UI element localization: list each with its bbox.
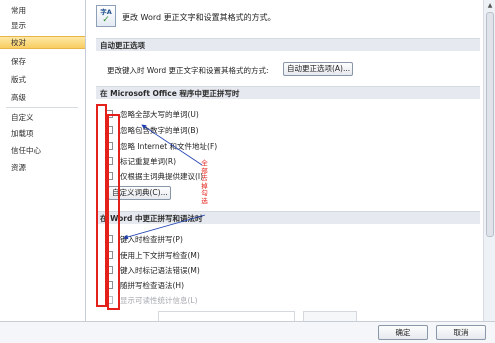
autocorrect-options-button[interactable]: 自动更正选项(A)... (283, 62, 353, 76)
sidebar-item-customize[interactable]: 自定义 (0, 111, 85, 124)
annotation-highlight-box (96, 104, 107, 307)
checkbox-label: 忽略包含数字的单词(B) (120, 126, 199, 135)
annotation-text: 全部去掉勾选 (201, 159, 208, 205)
section-autocorrect: 自动更正选项 (96, 38, 480, 51)
panel-description: 更改 Word 更正文字和设置其格式的方式。 (122, 13, 276, 22)
vertical-scrollbar[interactable]: ▲ (483, 0, 495, 321)
checkbox-label: 使用上下文拼写检查(M) (120, 251, 200, 260)
annotation-highlight-box (107, 114, 120, 310)
sidebar-item-advanced[interactable]: 高级 (0, 91, 85, 104)
sidebar-item-display[interactable]: 显示 (0, 19, 85, 32)
checkbox-label: 忽略全部大写的单词(U) (120, 110, 199, 119)
scroll-up-icon[interactable]: ▲ (486, 2, 494, 10)
section-word-spelling: 在 Word 中更正拼写和语法时 (96, 211, 480, 224)
checkbox-label: 键入时检查拼写(P) (120, 235, 183, 244)
checkbox-label: 标记重复单词(R) (120, 157, 177, 166)
autocorrect-description: 更改键入时 Word 更正文字和设置其格式的方式: (107, 66, 269, 75)
checkbox-label: 随拼写检查语法(H) (120, 281, 184, 290)
proofing-panel: 字A ✓ 更改 Word 更正文字和设置其格式的方式。 自动更正选项 更改键入时… (87, 0, 483, 321)
checkbox-label: 仅根据主词典提供建议(I) (120, 172, 204, 181)
sidebar-divider (6, 107, 78, 108)
sidebar-item-proofing[interactable]: 校对 (0, 36, 85, 49)
scroll-thumb[interactable] (486, 12, 494, 237)
dialog-footer: 确定 取消 (0, 321, 495, 343)
cancel-button[interactable]: 取消 (436, 325, 486, 340)
checkbox-label: 键入时标记语法错误(M) (120, 266, 200, 275)
sidebar-item-save[interactable]: 保存 (0, 55, 85, 68)
checkbox-label: 忽略 Internet 和文件地址(F) (120, 142, 218, 151)
sidebar-item-addins[interactable]: 加载项 (0, 127, 85, 140)
sidebar-item-resources[interactable]: 资源 (0, 161, 85, 174)
section-office-spelling: 在 Microsoft Office 程序中更正拼写时 (96, 86, 480, 99)
sidebar-item-popular[interactable]: 常用 (0, 4, 85, 17)
sidebar-item-layout[interactable]: 版式 (0, 73, 85, 86)
options-sidebar: 常用 显示 校对 保存 版式 高级 自定义 加载项 信任中心 资源 (0, 0, 86, 321)
checkbox-label: 显示可读性统计信息(L) (120, 296, 198, 305)
sidebar-item-trust-center[interactable]: 信任中心 (0, 144, 85, 157)
proofing-abc-check-icon: 字A ✓ (96, 5, 116, 27)
ok-button[interactable]: 确定 (378, 325, 428, 340)
